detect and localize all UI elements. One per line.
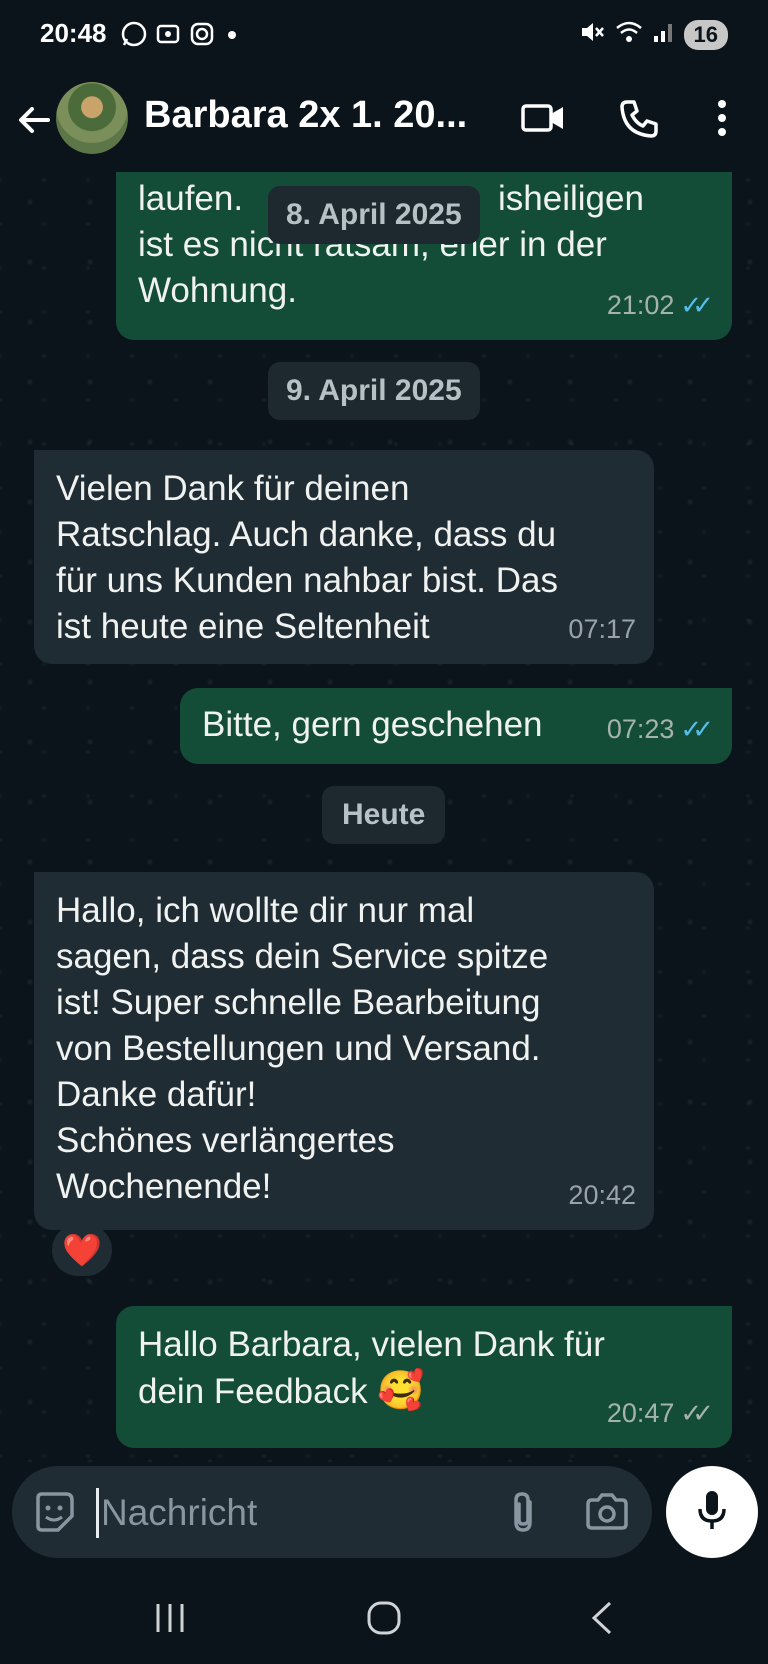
date-separator: Heute: [322, 786, 446, 844]
message-text: Hallo, ich wollte dir nur mal sagen, das…: [56, 891, 549, 1206]
sticker-icon[interactable]: [32, 1490, 76, 1539]
message-text: Hallo Barbara, vielen Dank für dein Feed…: [138, 1325, 605, 1411]
notification-dot-icon: [222, 20, 242, 53]
reaction-badge[interactable]: ❤️: [52, 1224, 112, 1276]
message-bubble-incoming[interactable]: Hallo, ich wollte dir nur mal sagen, das…: [34, 872, 654, 1230]
status-bar: 20:48 16: [0, 0, 768, 72]
system-nav-bar: [0, 1572, 768, 1664]
back-arrow-icon[interactable]: [14, 100, 54, 145]
home-icon[interactable]: [366, 1600, 402, 1641]
wifi-icon: [614, 18, 644, 51]
screenshot-icon: [154, 20, 182, 53]
heart-reaction-icon: ❤️: [62, 1232, 102, 1268]
date-separator: 9. April 2025: [268, 362, 480, 420]
battery-indicator: 16: [683, 19, 728, 50]
signal-icon: [652, 18, 676, 51]
compose-bar: [0, 1462, 768, 1572]
attach-icon[interactable]: [506, 1490, 540, 1539]
delivered-ticks-icon: ✓✓: [680, 1398, 713, 1428]
message-text: Vielen Dank für deinen Ratschlag. Auch d…: [56, 469, 558, 646]
camera-icon[interactable]: [584, 1492, 630, 1537]
mute-icon: [578, 18, 606, 51]
phone-icon[interactable]: [618, 98, 660, 145]
smiling-face-hearts-emoji: 🥰: [377, 1370, 425, 1412]
message-time: 07:23: [606, 714, 675, 744]
message-input[interactable]: [96, 1488, 483, 1538]
whatsapp-icon: [120, 20, 148, 53]
chat-area[interactable]: laufen. isheiligen ist es nicht ratsam, …: [0, 172, 768, 1462]
mic-button[interactable]: [666, 1466, 758, 1558]
contact-name[interactable]: Barbara 2x 1. 20...: [144, 94, 484, 137]
message-bubble-outgoing[interactable]: Bitte, gern geschehen 07:23 ✓✓: [180, 688, 732, 764]
mic-icon: [695, 1488, 729, 1537]
message-time: 20:42: [568, 1180, 636, 1210]
read-ticks-icon: ✓✓: [680, 290, 713, 320]
nav-back-icon[interactable]: [588, 1600, 616, 1641]
date-separator: 8. April 2025: [268, 186, 480, 244]
avatar[interactable]: [56, 82, 128, 154]
more-options-icon[interactable]: [712, 98, 732, 143]
chat-header: Barbara 2x 1. 20...: [0, 72, 768, 172]
message-time: 20:47: [606, 1398, 675, 1428]
message-time: 07:17: [568, 614, 636, 644]
message-bubble-incoming[interactable]: Vielen Dank für deinen Ratschlag. Auch d…: [34, 450, 654, 664]
recent-apps-icon[interactable]: [152, 1602, 188, 1639]
read-ticks-icon: ✓✓: [680, 714, 713, 744]
message-time: 21:02: [606, 290, 675, 320]
instagram-icon: [188, 20, 216, 53]
video-call-icon[interactable]: [520, 98, 566, 143]
compose-field-container[interactable]: [12, 1466, 652, 1558]
message-bubble-outgoing[interactable]: Hallo Barbara, vielen Dank für dein Feed…: [116, 1306, 732, 1448]
status-time: 20:48: [40, 18, 107, 48]
